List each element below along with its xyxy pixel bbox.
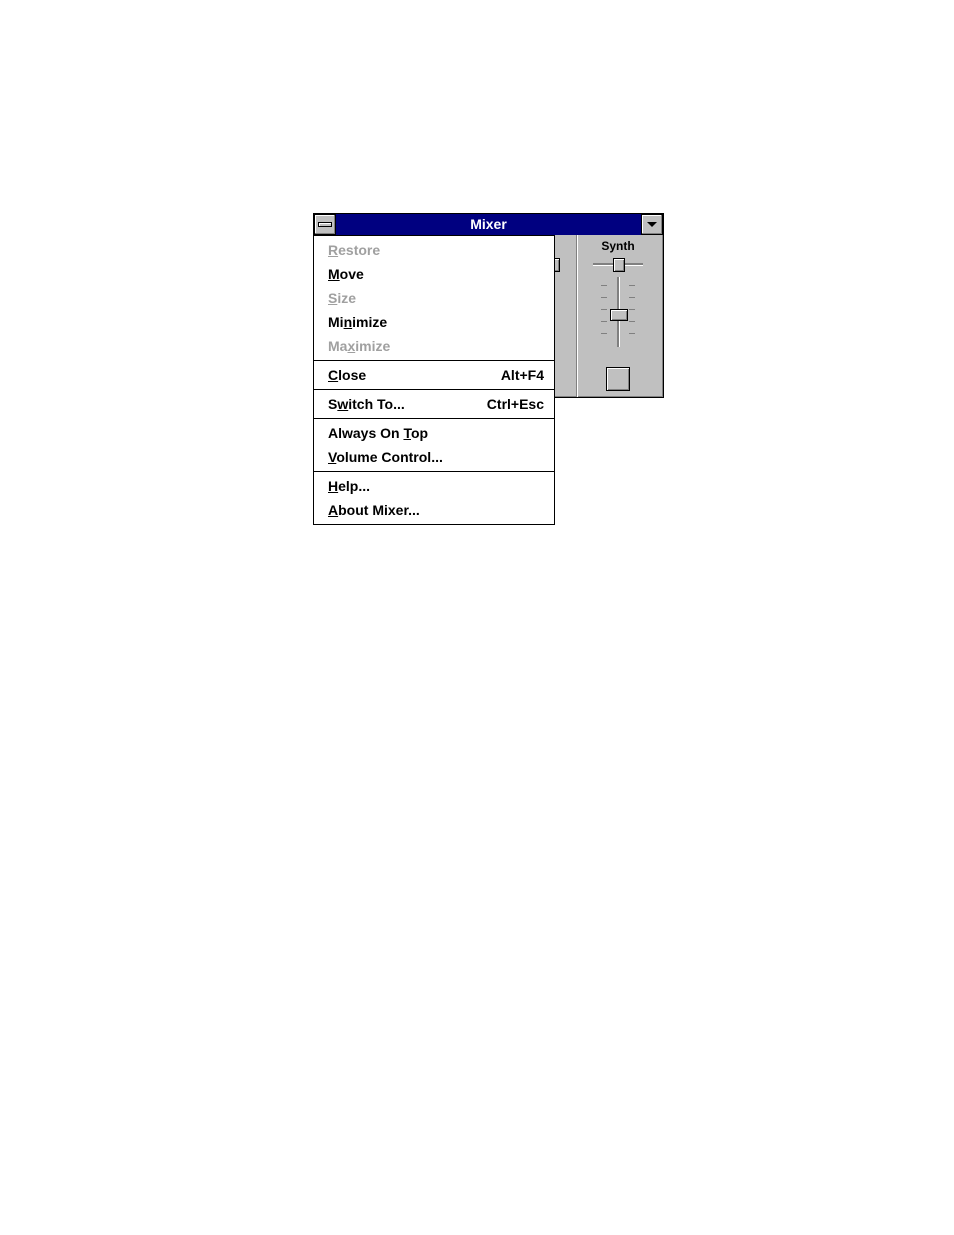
- menu-item-close[interactable]: CloseAlt+F4: [314, 363, 554, 387]
- system-menu-button[interactable]: [314, 214, 336, 235]
- channel-label: Synth: [601, 239, 634, 253]
- minimize-icon: [647, 222, 657, 227]
- menu-item-maximize: Maximize: [314, 334, 554, 358]
- menu-item-minimize[interactable]: Minimize: [314, 310, 554, 334]
- menu-item-help[interactable]: Help...: [314, 474, 554, 498]
- system-menu: Restore Move Size Minimize Maximize Clos…: [313, 235, 555, 525]
- menu-separator: [314, 471, 554, 472]
- accelerator: Ctrl+Esc: [487, 394, 544, 414]
- menu-item-size: Size: [314, 286, 554, 310]
- mute-button[interactable]: [606, 367, 630, 391]
- menu-item-volume-control[interactable]: Volume Control...: [314, 445, 554, 469]
- menu-item-restore: Restore: [314, 238, 554, 262]
- menu-separator: [314, 418, 554, 419]
- menu-item-about[interactable]: About Mixer...: [314, 498, 554, 522]
- menu-item-move[interactable]: Move: [314, 262, 554, 286]
- menu-separator: [314, 360, 554, 361]
- menu-item-switch-to[interactable]: Switch To...Ctrl+Esc: [314, 392, 554, 416]
- menu-separator: [314, 389, 554, 390]
- channel-synth: Synth: [576, 235, 659, 397]
- system-menu-icon: [318, 222, 332, 227]
- menu-item-always-on-top[interactable]: Always On Top: [314, 421, 554, 445]
- minimize-button[interactable]: [641, 214, 663, 235]
- titlebar: Mixer: [314, 214, 663, 235]
- pan-slider[interactable]: [593, 257, 643, 271]
- volume-slider[interactable]: [593, 277, 643, 347]
- accelerator: Alt+F4: [501, 365, 544, 385]
- window-title: Mixer: [336, 214, 641, 235]
